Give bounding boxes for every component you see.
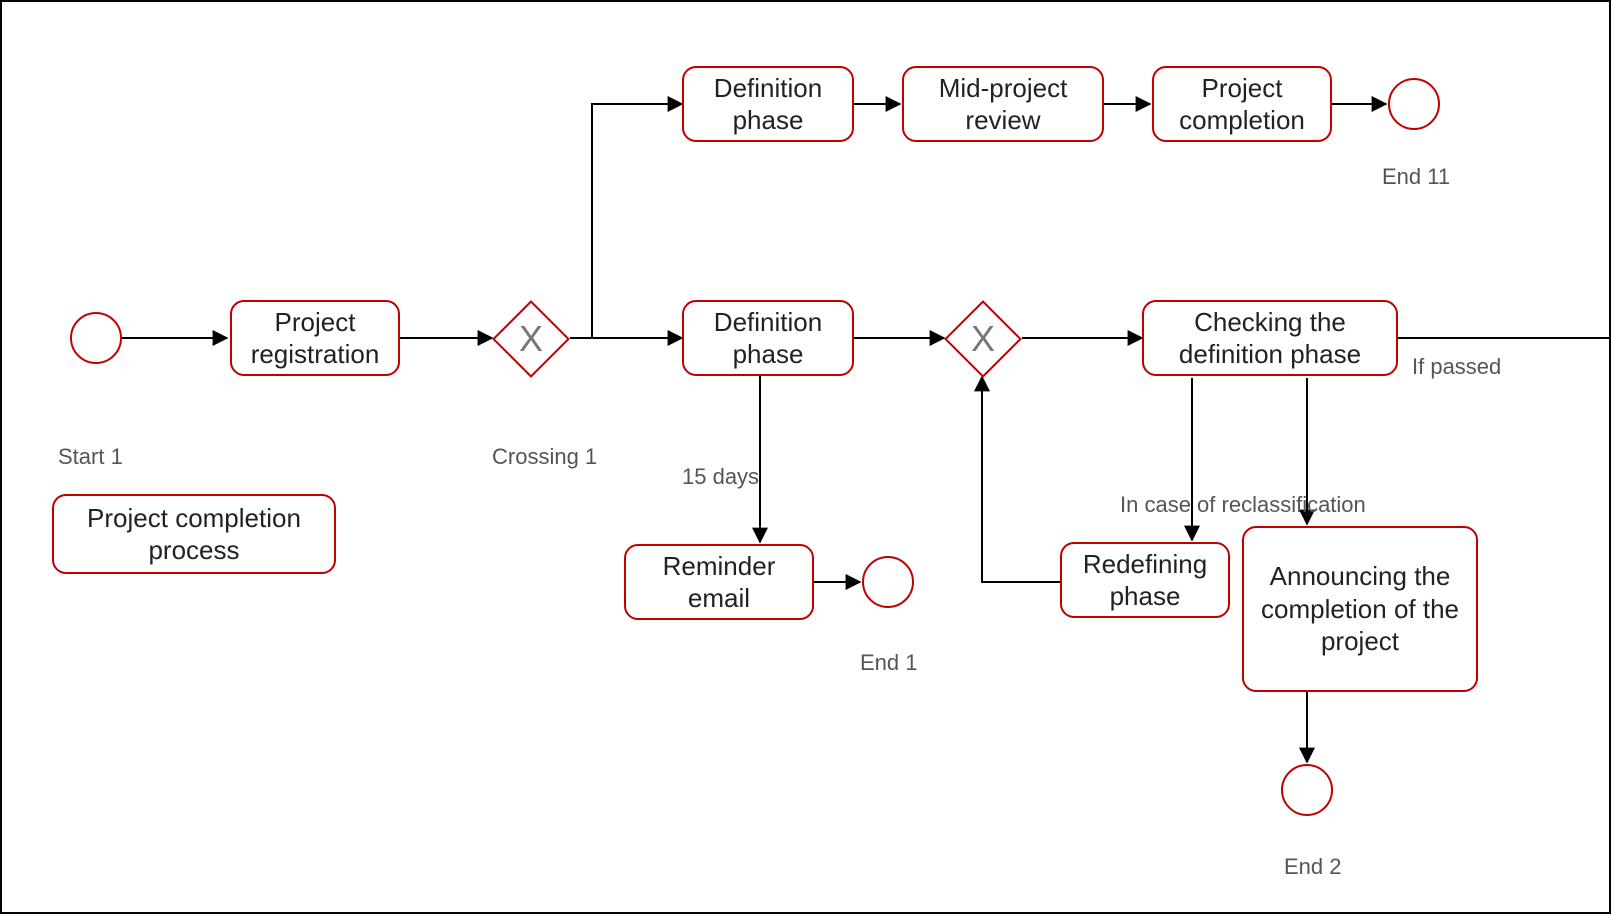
label-15-days: 15 days bbox=[682, 464, 759, 490]
task-label: Project completion process bbox=[64, 502, 324, 567]
task-label: Redefining phase bbox=[1072, 548, 1218, 613]
task-reminder-email: Reminder email bbox=[624, 544, 814, 620]
task-label: Project registration bbox=[242, 306, 388, 371]
task-announcing-completion: Announcing the completion of the project bbox=[1242, 526, 1478, 692]
label-start-1: Start 1 bbox=[58, 444, 123, 470]
gateway-2: X bbox=[944, 300, 1022, 378]
task-definition-phase-top: Definition phase bbox=[682, 66, 854, 142]
task-project-completion: Project completion bbox=[1152, 66, 1332, 142]
end-event-2 bbox=[1281, 764, 1333, 816]
task-label: Mid-project review bbox=[914, 72, 1092, 137]
task-mid-project-review: Mid-project review bbox=[902, 66, 1104, 142]
label-reclassification: In case of reclassification bbox=[1120, 492, 1366, 518]
label-end-1: End 1 bbox=[860, 650, 918, 676]
task-definition-phase-mid: Definition phase bbox=[682, 300, 854, 376]
label-end-11: End 11 bbox=[1382, 164, 1450, 190]
task-label: Reminder email bbox=[636, 550, 802, 615]
task-label: Announcing the completion of the project bbox=[1254, 560, 1466, 658]
bpmn-diagram: Project registration Definition phase Mi… bbox=[0, 0, 1611, 914]
task-label: Definition phase bbox=[694, 72, 842, 137]
label-crossing-1: Crossing 1 bbox=[492, 444, 597, 470]
end-event-1 bbox=[862, 556, 914, 608]
task-label: Checking the definition phase bbox=[1154, 306, 1386, 371]
process-title-box: Project completion process bbox=[52, 494, 336, 574]
label-if-passed: If passed bbox=[1412, 354, 1501, 380]
task-label: Definition phase bbox=[694, 306, 842, 371]
task-redefining-phase: Redefining phase bbox=[1060, 542, 1230, 618]
start-event bbox=[70, 312, 122, 364]
task-label: Project completion bbox=[1164, 72, 1320, 137]
gateway-crossing-1: X bbox=[492, 300, 570, 378]
task-project-registration: Project registration bbox=[230, 300, 400, 376]
label-end-2: End 2 bbox=[1284, 854, 1342, 880]
end-event-11 bbox=[1388, 78, 1440, 130]
task-checking-definition: Checking the definition phase bbox=[1142, 300, 1398, 376]
